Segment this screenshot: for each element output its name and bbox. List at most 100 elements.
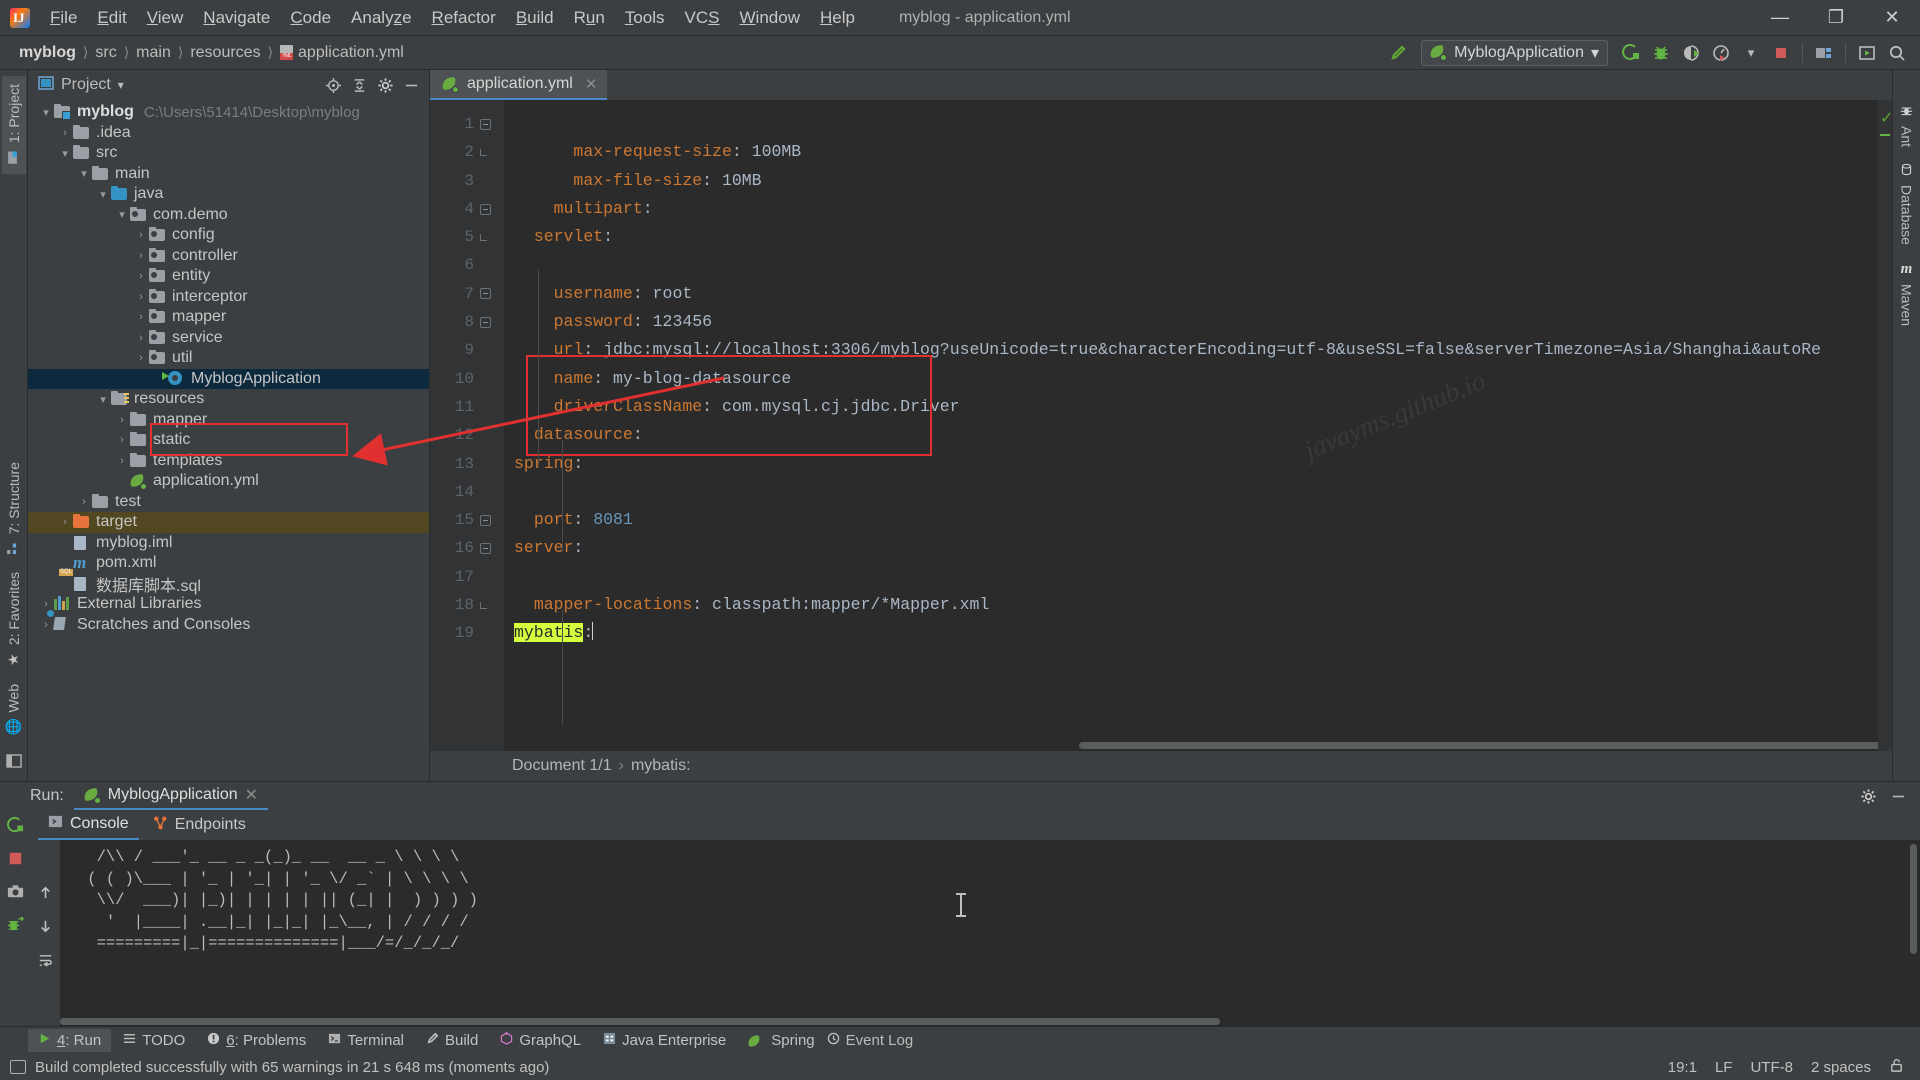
- tree-node-main[interactable]: ▾main: [28, 164, 429, 185]
- tab-console[interactable]: Console: [38, 810, 139, 840]
- tool-window-spring[interactable]: Spring: [738, 1029, 824, 1052]
- hide-icon[interactable]: [399, 74, 423, 96]
- menu-view[interactable]: View: [137, 4, 194, 32]
- code-line[interactable]: url: jdbc:mysql://localhost:3306/myblog?…: [504, 336, 1878, 364]
- menu-code[interactable]: Code: [280, 4, 341, 32]
- rerun-icon[interactable]: [6, 816, 25, 840]
- build-hammer-icon[interactable]: [1383, 39, 1413, 67]
- expand-arrow-icon[interactable]: ▾: [76, 167, 92, 180]
- tree-node-resources[interactable]: ▾resources: [28, 389, 429, 410]
- locate-icon[interactable]: [321, 74, 345, 96]
- menu-navigate[interactable]: Navigate: [193, 4, 280, 32]
- breadcrumb-item-resources[interactable]: resources: [185, 42, 265, 64]
- code-line[interactable]: server:: [504, 534, 1878, 562]
- sidebar-tab-ant[interactable]: Ant: [1895, 96, 1919, 155]
- code-line[interactable]: name: my-blog-datasource: [504, 365, 1878, 393]
- tree-node-interceptor[interactable]: ›interceptor: [28, 287, 429, 308]
- tool-window-run[interactable]: 4: Run: [28, 1029, 111, 1052]
- code-folding-column[interactable]: [478, 110, 492, 648]
- menu-window[interactable]: Window: [730, 4, 810, 32]
- fold-marker[interactable]: [478, 563, 492, 591]
- expand-arrow-icon[interactable]: ›: [38, 619, 54, 631]
- file-encoding[interactable]: UTF-8: [1750, 1059, 1793, 1076]
- console-vertical-scrollbar[interactable]: [1910, 844, 1917, 954]
- tree-node-service[interactable]: ›service: [28, 328, 429, 349]
- settings-gear-icon[interactable]: [373, 74, 397, 96]
- sidebar-tab-structure[interactable]: 7: Structure: [2, 454, 26, 564]
- run-tab-myblogapplication[interactable]: MyblogApplication ✕: [74, 782, 268, 810]
- code-line[interactable]: driverClassName: com.mysql.cj.jdbc.Drive…: [504, 393, 1878, 421]
- project-pane-title[interactable]: Project ▾: [38, 76, 124, 95]
- tree-node-test[interactable]: ›test: [28, 492, 429, 513]
- fold-marker[interactable]: [478, 478, 492, 506]
- run-configuration-selector[interactable]: MyblogApplication ▾: [1421, 40, 1608, 66]
- console-output[interactable]: /\\ / ___'_ __ _ _(_)_ __ __ _ \ \ \ \ (…: [60, 840, 1920, 1026]
- breadcrumb-node[interactable]: mybatis:: [631, 757, 691, 775]
- code-line[interactable]: [504, 563, 1878, 591]
- tree-node-controller[interactable]: ›controller: [28, 246, 429, 267]
- expand-arrow-icon[interactable]: ▾: [114, 208, 130, 221]
- tool-window-build[interactable]: Build: [416, 1029, 488, 1052]
- menu-refactor[interactable]: Refactor: [422, 4, 506, 32]
- editor-horizontal-scrollbar[interactable]: [504, 739, 1878, 751]
- breadcrumb-item-file[interactable]: YML application.yml: [275, 42, 409, 64]
- hide-icon[interactable]: [1886, 785, 1910, 807]
- breadcrumb-item-project[interactable]: myblog: [14, 42, 81, 64]
- code-line[interactable]: mybatis:: [504, 619, 1878, 647]
- fold-marker[interactable]: [478, 167, 492, 195]
- fold-marker[interactable]: [478, 195, 492, 223]
- tree-node-entity[interactable]: ›entity: [28, 266, 429, 287]
- fold-marker[interactable]: [478, 591, 492, 619]
- fold-marker[interactable]: [478, 534, 492, 562]
- settings-gear-icon[interactable]: [1856, 785, 1880, 807]
- tool-window-terminal[interactable]: Terminal: [318, 1029, 414, 1052]
- code-line[interactable]: max-file-size: 10MB: [504, 167, 1878, 195]
- code-line[interactable]: max-request-size: 100MB: [504, 138, 1878, 166]
- profiler-icon[interactable]: [1706, 39, 1736, 67]
- tree-node-scratches-and-consoles[interactable]: ›Scratches and Consoles: [28, 615, 429, 636]
- code-content[interactable]: max-request-size: 100MB max-file-size: 1…: [504, 100, 1878, 751]
- menu-build[interactable]: Build: [506, 4, 564, 32]
- screenshot-icon[interactable]: [6, 882, 25, 906]
- tree-node-target[interactable]: ›target: [28, 512, 429, 533]
- fold-marker[interactable]: [478, 619, 492, 647]
- tree-node-src[interactable]: ▾src: [28, 143, 429, 164]
- tree-node-myblog[interactable]: ▾myblogC:\Users\51414\Desktop\myblog: [28, 102, 429, 123]
- caret-position[interactable]: 19:1: [1668, 1059, 1697, 1076]
- fold-marker[interactable]: [478, 336, 492, 364]
- scroll-up-icon[interactable]: [37, 884, 54, 906]
- tree-node-myblogapplication[interactable]: MyblogApplication: [28, 369, 429, 390]
- expand-arrow-icon[interactable]: ›: [133, 270, 149, 282]
- tool-window-graphql[interactable]: GraphQL: [490, 1029, 591, 1052]
- thread-dump-icon[interactable]: [6, 915, 25, 939]
- tool-window-options-icon[interactable]: [6, 754, 22, 773]
- menu-tools[interactable]: Tools: [615, 4, 675, 32]
- fold-marker[interactable]: [478, 280, 492, 308]
- tool-window-problems[interactable]: 6: Problems: [197, 1029, 316, 1052]
- expand-arrow-icon[interactable]: ▾: [95, 188, 111, 201]
- code-line[interactable]: password: 123456: [504, 308, 1878, 336]
- expand-arrow-icon[interactable]: ›: [114, 414, 130, 426]
- update-icon[interactable]: [1852, 39, 1882, 67]
- read-only-lock-icon[interactable]: [1889, 1058, 1904, 1077]
- expand-arrow-icon[interactable]: ›: [133, 332, 149, 344]
- code-line[interactable]: port: 8081: [504, 506, 1878, 534]
- expand-arrow-icon[interactable]: ›: [133, 291, 149, 303]
- expand-arrow-icon[interactable]: ›: [133, 250, 149, 262]
- tree-node-java[interactable]: ▾java: [28, 184, 429, 205]
- expand-arrow-icon[interactable]: ▾: [38, 106, 54, 119]
- project-structure-icon[interactable]: [1809, 39, 1839, 67]
- fold-marker[interactable]: [478, 223, 492, 251]
- menu-analyze[interactable]: Analyze: [341, 4, 422, 32]
- tree-node-pom-xml[interactable]: mpom.xml: [28, 553, 429, 574]
- expand-arrow-icon[interactable]: ›: [133, 311, 149, 323]
- stop-icon[interactable]: [1766, 39, 1796, 67]
- tree-node-mapper[interactable]: ›mapper: [28, 307, 429, 328]
- sidebar-tab-database[interactable]: Database: [1895, 155, 1919, 253]
- fold-marker[interactable]: [478, 365, 492, 393]
- search-everywhere-icon[interactable]: [1882, 39, 1912, 67]
- fold-marker[interactable]: [478, 450, 492, 478]
- code-line[interactable]: servlet:: [504, 223, 1878, 251]
- tree-node-idea[interactable]: ›.idea: [28, 123, 429, 144]
- expand-arrow-icon[interactable]: ▾: [57, 147, 73, 160]
